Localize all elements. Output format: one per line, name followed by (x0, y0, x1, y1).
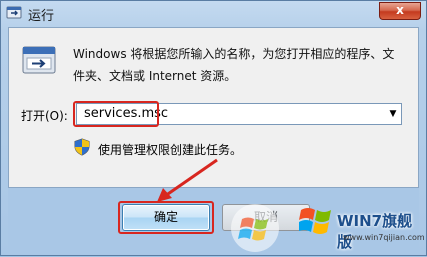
run-program-icon (22, 45, 56, 78)
title-bar[interactable]: 运行 x (1, 1, 426, 27)
close-icon: x (396, 3, 404, 17)
run-dialog: 运行 x Windows 将根据您所输入的名称，为您打开相应的程序、文件夹、文档… (0, 0, 427, 256)
uac-shield-icon (74, 138, 90, 159)
win7-orb-icon (231, 204, 279, 252)
input-highlight-box (73, 101, 159, 127)
close-button[interactable]: x (379, 2, 421, 20)
dropdown-arrow-icon[interactable]: ▼ (385, 104, 401, 124)
dialog-description: Windows 将根据您所输入的名称，为您打开相应的程序、文件夹、文档或 Int… (73, 47, 395, 83)
watermark-url: www.win7qijian.com (343, 233, 425, 242)
run-app-icon (6, 5, 22, 21)
windows-logo-icon (299, 208, 331, 234)
watermark: WIN7旗舰版 www.win7qijian.com (227, 197, 427, 257)
watermark-brand: WIN7旗舰版 (337, 212, 413, 251)
annotation-arrow (157, 158, 218, 202)
window-title: 运行 (28, 9, 55, 24)
open-label: 打开(O): (21, 109, 68, 123)
